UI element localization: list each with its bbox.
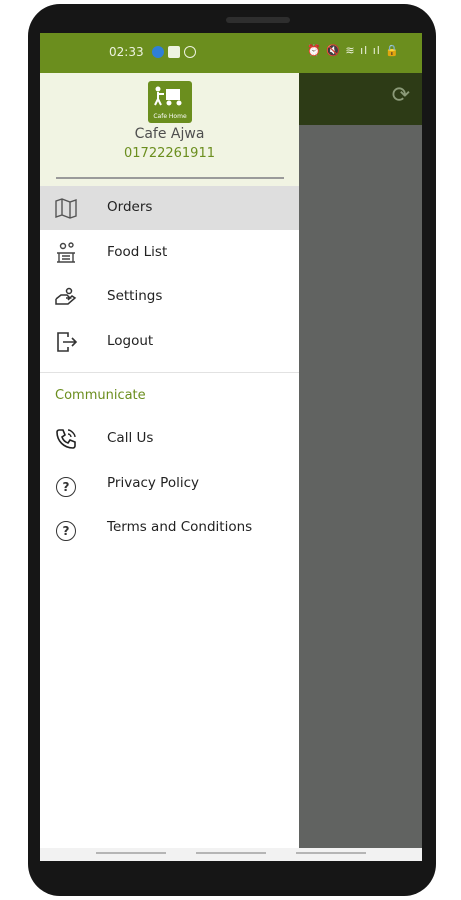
- menu-item-label: Logout: [107, 333, 154, 349]
- refresh-icon[interactable]: ⟳: [392, 83, 410, 108]
- nav-home[interactable]: [196, 852, 266, 854]
- menu-item-call-us[interactable]: Call Us: [40, 417, 299, 461]
- menu-item-label: Orders: [107, 199, 153, 215]
- logo-text: Cafe Home: [153, 113, 187, 120]
- screen: 02:33 ⏰ 🔇 ≋ ıl ıl 🔒 ⟳ Cafe Home Cafe Ajw…: [40, 33, 422, 861]
- question-icon: ?: [54, 516, 78, 541]
- main-toolbar: ⟳: [299, 73, 422, 125]
- map-icon: [54, 196, 78, 220]
- menu-item-logout[interactable]: Logout: [40, 320, 299, 364]
- logout-icon: [54, 330, 78, 354]
- menu-item-label: Call Us: [107, 430, 154, 446]
- menu-item-settings[interactable]: Settings: [40, 275, 299, 319]
- menu-item-label: Terms and Conditions: [107, 519, 253, 535]
- menu-item-label: Privacy Policy: [107, 475, 200, 491]
- section-title-communicate: Communicate: [55, 388, 146, 403]
- shop-name: Cafe Ajwa: [134, 126, 205, 142]
- notification-icon: [152, 46, 164, 58]
- shop-phone: 01722261911: [124, 146, 215, 161]
- menu-item-label: Settings: [107, 288, 163, 304]
- navigation-drawer: Cafe Home Cafe Ajwa 01722261911 Orders F…: [40, 73, 299, 861]
- delivery-cart-icon: [154, 85, 186, 107]
- food-list-icon: [54, 241, 78, 265]
- status-time: 02:33: [109, 45, 144, 59]
- question-icon: ?: [54, 472, 78, 497]
- menu-item-orders[interactable]: Orders: [40, 186, 299, 230]
- menu-item-label: Food List: [107, 244, 168, 260]
- header-divider: [56, 177, 284, 179]
- phone-icon: [54, 427, 78, 451]
- system-nav-bar: [40, 848, 422, 861]
- nav-back[interactable]: [296, 852, 366, 854]
- menu-item-terms-and-conditions[interactable]: ? Terms and Conditions: [40, 506, 299, 550]
- account-icon: [184, 46, 196, 58]
- nav-recents[interactable]: [96, 852, 166, 854]
- cafe-logo: Cafe Home: [148, 81, 192, 123]
- status-bar: 02:33 ⏰ 🔇 ≋ ıl ıl 🔒: [40, 33, 422, 73]
- speaker: [226, 17, 290, 23]
- section-divider: [40, 372, 299, 373]
- menu-item-food-list[interactable]: Food List: [40, 231, 299, 275]
- menu-item-privacy-policy[interactable]: ? Privacy Policy: [40, 462, 299, 506]
- settings-hand-icon: [54, 285, 78, 309]
- system-status-icons: ⏰ 🔇 ≋ ıl ıl 🔒: [306, 44, 400, 57]
- main-content-scrim[interactable]: [299, 73, 422, 861]
- sim-icon: [168, 46, 180, 58]
